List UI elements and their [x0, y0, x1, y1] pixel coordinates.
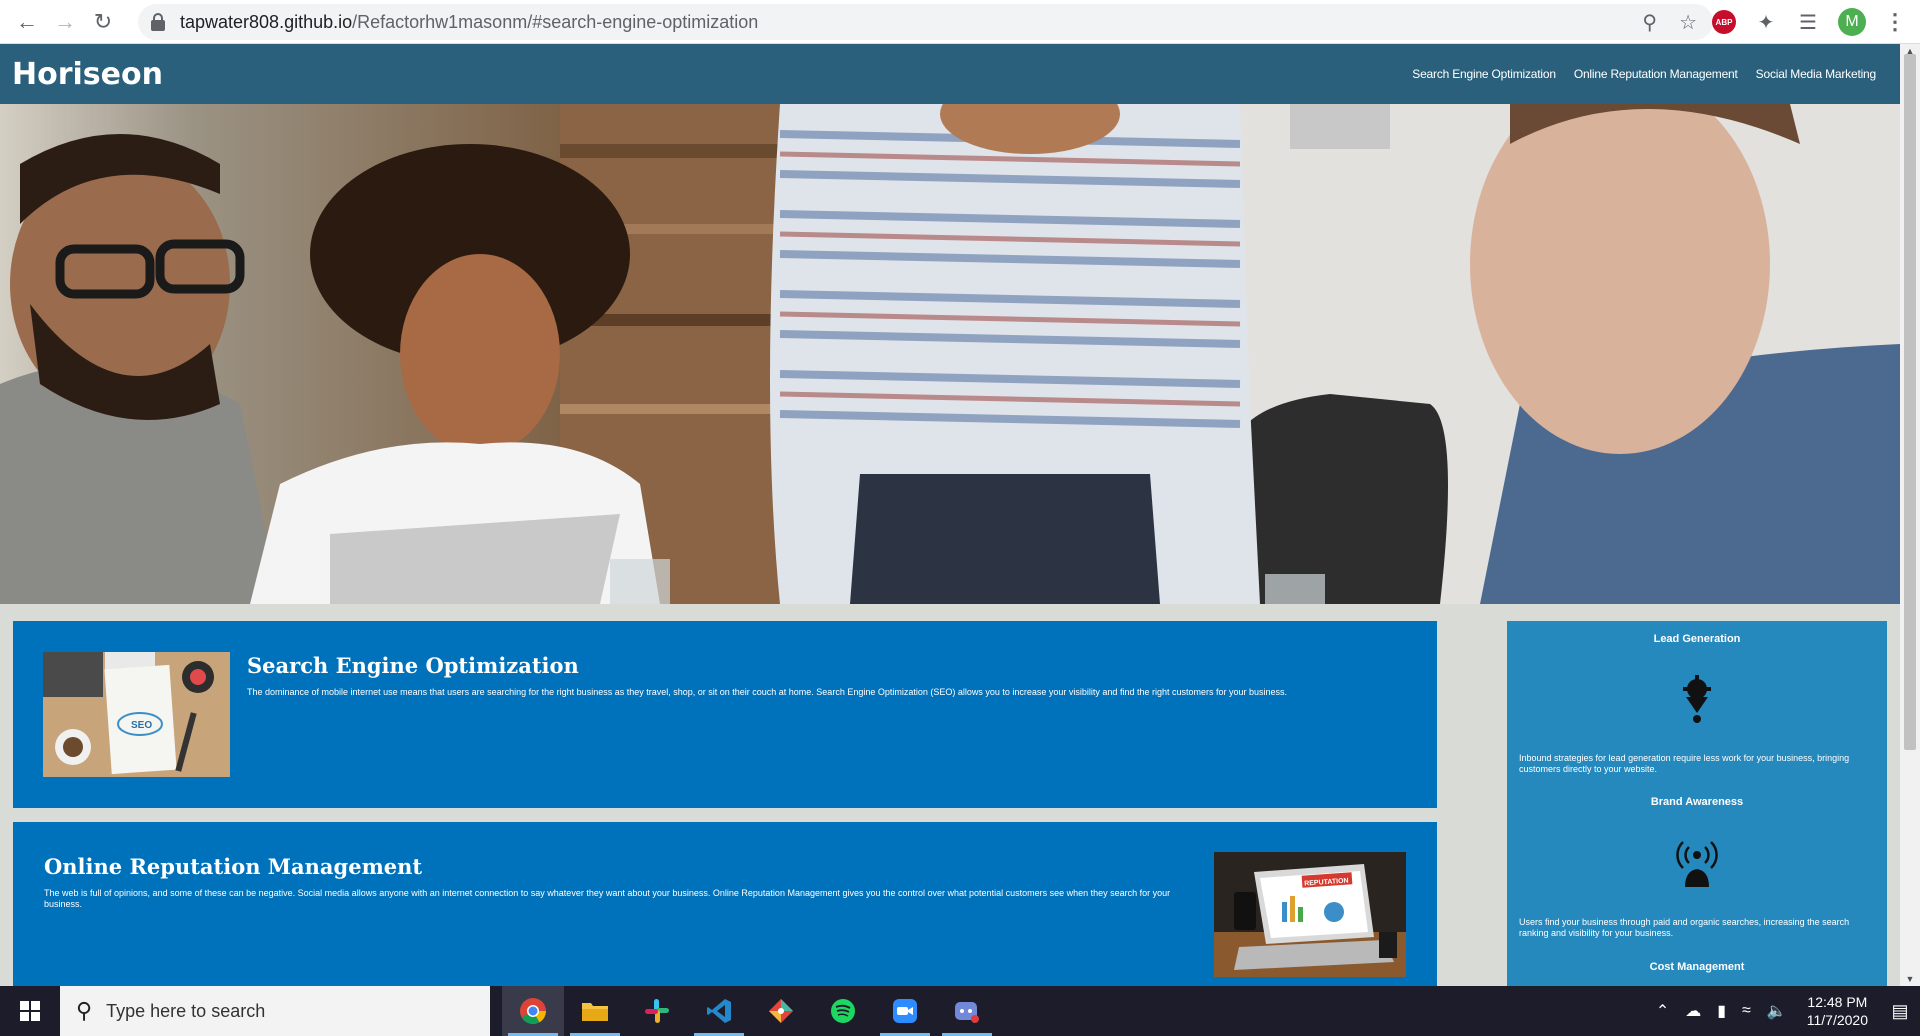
bookmark-star-icon[interactable]: ☆	[1679, 10, 1697, 35]
taskbar-slack[interactable]	[626, 986, 688, 1036]
seo-title: Search Engine Optimization	[247, 653, 579, 678]
adblock-icon[interactable]: ABP	[1712, 10, 1736, 34]
nav-link-smm[interactable]: Social Media Marketing	[1756, 67, 1877, 81]
media-queue-icon[interactable]: ☰	[1796, 10, 1820, 35]
clock-time: 12:48 PM	[1807, 994, 1868, 1010]
windows-start-button[interactable]	[0, 986, 60, 1036]
taskbar-file-explorer[interactable]	[564, 986, 626, 1036]
nav-link-seo[interactable]: Search Engine Optimization	[1412, 67, 1556, 81]
zoom-video-icon	[893, 999, 917, 1023]
lead-generation-icon	[1683, 675, 1711, 723]
system-clock[interactable]: 12:48 PM 11/7/2020	[1807, 993, 1868, 1029]
nav-link-orm[interactable]: Online Reputation Management	[1574, 67, 1738, 81]
taskbar-search[interactable]: ⚲ Type here to search	[60, 986, 490, 1036]
seo-thumbnail: SEO	[43, 652, 230, 777]
taskbar-apps	[502, 986, 998, 1036]
vscode-icon	[707, 999, 731, 1023]
windows-taskbar: ⚲ Type here to search ⌃ ☁ ▮ ≈ 🔈 12:48 PM…	[0, 986, 1920, 1036]
cost-management-title: Cost Management	[1649, 961, 1745, 973]
site-header: Horiseon Search Engine Optimization Onli…	[0, 44, 1900, 104]
scroll-down-icon[interactable]: ▼	[1900, 972, 1920, 986]
site-logo: Horiseon	[12, 56, 163, 92]
back-icon[interactable]: ←	[8, 3, 46, 41]
address-bar[interactable]: tapwater808.github.io/Refactorhw1masonm/…	[138, 4, 1713, 40]
brand-awareness-body: Users find your business through paid an…	[1519, 917, 1850, 938]
taskbar-vscode[interactable]	[688, 986, 750, 1036]
onedrive-cloud-icon[interactable]: ☁	[1685, 1001, 1701, 1021]
benefits-sidebar: Lead Generation Inbound strategies for l…	[1507, 621, 1887, 986]
folder-icon	[582, 1003, 608, 1021]
url-text[interactable]: tapwater808.github.io/Refactorhw1masonm/…	[180, 12, 758, 33]
action-center-icon[interactable]: ▤	[1880, 986, 1920, 1036]
page-viewport: Horiseon Search Engine Optimization Onli…	[0, 44, 1900, 986]
slack-icon	[645, 999, 669, 1023]
url-path: /Refactorhw1masonm/#search-engine-optimi…	[352, 11, 759, 32]
browser-toolbar: ← → ↻ tapwater808.github.io/Refactorhw1m…	[0, 0, 1920, 44]
taskbar-chrome[interactable]	[502, 986, 564, 1036]
windows-logo-icon	[20, 1001, 40, 1021]
system-tray: ⌃ ☁ ▮ ≈ 🔈 12:48 PM 11/7/2020 ▤	[1648, 986, 1920, 1036]
clock-date: 11/7/2020	[1806, 1012, 1868, 1028]
brand-awareness-title: Brand Awareness	[1650, 796, 1744, 808]
zoom-icon[interactable]: ⚲	[1642, 10, 1657, 35]
game-controller-icon	[955, 1002, 979, 1023]
seo-thumb-text: SEO	[131, 720, 152, 731]
taskbar-gitkraken[interactable]	[750, 986, 812, 1036]
page-scrollbar[interactable]: ▲ ▼	[1900, 44, 1920, 986]
orm-card: Online Reputation Management The web is …	[13, 822, 1437, 986]
seo-body: The dominance of mobile internet use mea…	[247, 687, 1288, 697]
profile-avatar[interactable]: M	[1838, 8, 1866, 36]
brand-awareness-icon	[1676, 841, 1718, 887]
seo-card: SEO Search Engine Optimization The domin…	[13, 621, 1437, 808]
orm-body: The web is full of opinions, and some of…	[44, 888, 1171, 909]
wifi-icon[interactable]: ≈	[1742, 1002, 1751, 1020]
lock-icon[interactable]	[150, 13, 166, 31]
reload-icon[interactable]: ↻	[84, 3, 122, 41]
taskbar-zoom[interactable]	[874, 986, 936, 1036]
more-menu-icon[interactable]: ⋮	[1884, 9, 1906, 35]
lead-generation-body: Inbound strategies for lead generation r…	[1519, 753, 1850, 774]
lead-generation-title: Lead Generation	[1653, 633, 1741, 645]
taskbar-discord[interactable]	[936, 986, 998, 1036]
chrome-icon	[520, 998, 547, 1025]
hero-image	[0, 104, 1900, 604]
scrollbar-thumb[interactable]	[1904, 54, 1916, 750]
orm-title: Online Reputation Management	[44, 854, 423, 879]
site-nav: Search Engine Optimization Online Reputa…	[1412, 67, 1876, 81]
search-icon: ⚲	[76, 998, 93, 1023]
battery-icon[interactable]: ▮	[1717, 1001, 1726, 1021]
git-icon	[769, 999, 793, 1023]
hero-photo	[0, 104, 1900, 604]
spotify-icon	[831, 999, 855, 1023]
volume-icon[interactable]: 🔈	[1767, 1001, 1787, 1021]
forward-icon[interactable]: →	[46, 3, 84, 41]
orm-thumbnail: REPUTATION	[1214, 852, 1406, 977]
url-host: tapwater808.github.io	[180, 11, 353, 32]
extensions-puzzle-icon[interactable]: ✦	[1754, 10, 1778, 35]
show-hidden-icons-chevron-icon[interactable]: ⌃	[1656, 1001, 1669, 1021]
taskbar-spotify[interactable]	[812, 986, 874, 1036]
taskbar-search-placeholder: Type here to search	[106, 1000, 266, 1021]
